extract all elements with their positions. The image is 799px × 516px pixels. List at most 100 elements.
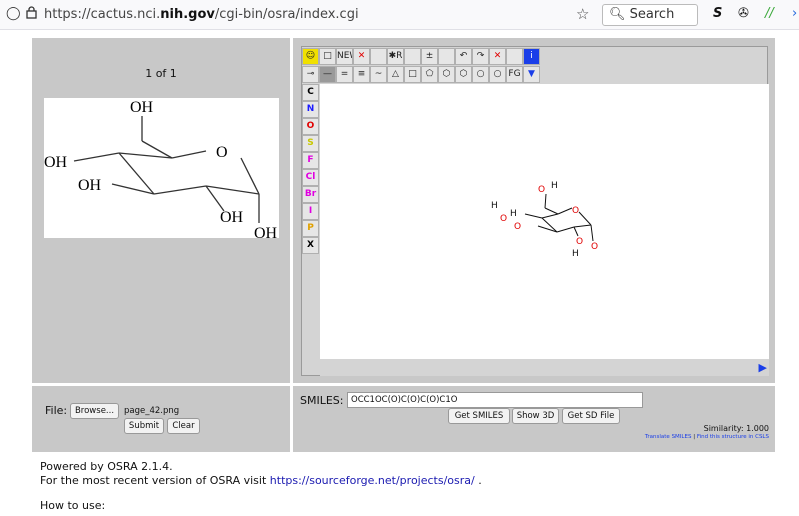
- editor-tool-top-11[interactable]: ✕: [489, 48, 506, 65]
- editor-tool-bond-7[interactable]: ⬠: [421, 66, 438, 83]
- molecule-image: OH OH O OH OH OH: [44, 98, 279, 242]
- recent-suffix: .: [474, 474, 482, 487]
- editor-tool-bond-13[interactable]: ▼: [523, 66, 540, 83]
- editor-scrollbar[interactable]: ▶: [320, 359, 769, 376]
- browser-toolbar: ◯ https://cactus.nci.nih.gov/cgi-bin/osr…: [0, 0, 799, 30]
- search-icon: 🔍︎: [609, 7, 626, 22]
- page-indicator: 1 of 1: [145, 67, 177, 80]
- atom-button-n[interactable]: N: [302, 101, 319, 118]
- editor-tool-bond-0[interactable]: ⊸: [302, 66, 319, 83]
- url-prefix: https://cactus.nci.: [44, 7, 161, 22]
- editor-tool-bond-4[interactable]: ~: [370, 66, 387, 83]
- bookmark-star-icon[interactable]: ☆: [576, 5, 589, 23]
- recent-version-text: For the most recent version of OSRA visi…: [40, 474, 482, 487]
- image-panel: 1 of 1 OH OH O OH OH OH: [32, 38, 290, 383]
- canvas-atom-h4: H: [572, 249, 579, 259]
- translate-smiles-link[interactable]: Translate SMILES: [645, 434, 692, 440]
- smiles-input[interactable]: OCC1OC(O)C(O)C(O)C1O: [347, 392, 643, 408]
- canvas-atom-o3: O: [572, 206, 579, 216]
- editor-tool-bond-2[interactable]: =: [336, 66, 353, 83]
- extension-s-icon[interactable]: S: [713, 6, 722, 21]
- editor-tool-top-9[interactable]: ↶: [455, 48, 472, 65]
- canvas-atom-o4: O: [514, 222, 521, 232]
- label-oh-mid: OH: [78, 177, 102, 194]
- search-placeholder: Search: [629, 7, 675, 22]
- atom-button-s[interactable]: S: [302, 135, 319, 152]
- browse-button[interactable]: Browse...: [70, 403, 119, 419]
- atom-button-f[interactable]: F: [302, 152, 319, 169]
- editor-tool-top-2[interactable]: NEW: [336, 48, 353, 65]
- editor-tool-top-10[interactable]: ↷: [472, 48, 489, 65]
- editor-tool-bond-8[interactable]: ⬡: [438, 66, 455, 83]
- lock-icon[interactable]: [26, 6, 37, 23]
- editor-tool-top-7[interactable]: ±: [421, 48, 438, 65]
- url-domain: nih.gov: [160, 7, 215, 22]
- similarity-score: Similarity: 1.000: [703, 424, 769, 433]
- powered-by-text: Powered by OSRA 2.1.4.: [40, 460, 173, 473]
- editor-tool-bond-1[interactable]: —: [319, 66, 336, 83]
- shield-icon[interactable]: ◯: [6, 6, 21, 21]
- label-oh-bottom-b: OH: [254, 225, 278, 238]
- canvas-atom-h1: H: [551, 181, 558, 191]
- editor-tool-top-3[interactable]: ✕: [353, 48, 370, 65]
- editor-tool-top-5[interactable]: ✱R: [387, 48, 404, 65]
- file-name: page_42.png: [124, 406, 180, 416]
- smiles-panel: SMILES: OCC1OC(O)C(O)C(O)C1O Get SMILES …: [293, 386, 775, 452]
- editor-canvas[interactable]: O H H O H O O O O H: [320, 84, 769, 359]
- editor-atom-palette: C N O S F Cl Br I P X: [302, 84, 319, 254]
- file-label: File:: [45, 404, 68, 417]
- smiles-label: SMILES:: [300, 394, 344, 407]
- editor-tool-top-4[interactable]: [370, 48, 387, 65]
- editor-tool-bond-12[interactable]: FG: [506, 66, 523, 83]
- label-oh-top: OH: [130, 99, 154, 116]
- sourceforge-link[interactable]: https://sourceforge.net/projects/osra/: [270, 474, 475, 487]
- editor-tool-bond-9[interactable]: ⬡: [455, 66, 472, 83]
- atom-button-i[interactable]: I: [302, 203, 319, 220]
- editor-toolbar-bonds: ⊸ — = ≡ ~ △ □ ⬠ ⬡ ⬡ ○ ○ FG ▼: [302, 66, 540, 83]
- extension-puzzle-icon[interactable]: ✇: [738, 6, 749, 21]
- get-sd-file-button[interactable]: Get SD File: [562, 408, 620, 424]
- editor-tool-top-6[interactable]: [404, 48, 421, 65]
- smiles-links: Translate SMILES | Find this structure i…: [645, 434, 769, 440]
- play-arrow-icon[interactable]: ▶: [759, 361, 767, 374]
- editor-tool-top-13[interactable]: i: [523, 48, 540, 65]
- canvas-atom-h2: H: [491, 201, 498, 211]
- molecule-editor: ☺□NEW✕✱R±↶↷✕i ⊸—=≡~△□⬠⬡⬡○○FG▼ CNOSFClBrI…: [301, 46, 769, 376]
- find-in-csls-link[interactable]: Find this structure in CSLS: [697, 434, 769, 440]
- editor-tool-top-1[interactable]: □: [319, 48, 336, 65]
- canvas-atom-o1: O: [538, 185, 545, 195]
- search-box[interactable]: 🔍︎ Search: [602, 4, 698, 26]
- show-3d-button[interactable]: Show 3D: [512, 408, 559, 424]
- how-to-use-heading: How to use:: [40, 499, 106, 512]
- editor-tool-bond-11[interactable]: ○: [489, 66, 506, 83]
- submit-button[interactable]: Submit: [124, 418, 164, 434]
- editor-tool-top-8[interactable]: [438, 48, 455, 65]
- editor-tool-bond-10[interactable]: ○: [472, 66, 489, 83]
- editor-tool-bond-6[interactable]: □: [404, 66, 421, 83]
- extension-slash-icon[interactable]: //: [765, 6, 774, 21]
- atom-button-cl[interactable]: Cl: [302, 169, 319, 186]
- editor-tool-bond-3[interactable]: ≡: [353, 66, 370, 83]
- recent-prefix: For the most recent version of OSRA visi…: [40, 474, 270, 487]
- label-oh-bottom-a: OH: [220, 209, 244, 226]
- editor-tool-bond-5[interactable]: △: [387, 66, 404, 83]
- url-path: /cgi-bin/osra/index.cgi: [214, 7, 359, 22]
- editor-tool-top-0[interactable]: ☺: [302, 48, 319, 65]
- atom-button-o[interactable]: O: [302, 118, 319, 135]
- atom-button-p[interactable]: P: [302, 220, 319, 237]
- get-smiles-button[interactable]: Get SMILES: [448, 408, 510, 424]
- canvas-atom-o6: O: [591, 242, 598, 252]
- label-o-ring: O: [216, 144, 228, 161]
- atom-button-br[interactable]: Br: [302, 186, 319, 203]
- extension-overflow-icon[interactable]: ›: [792, 6, 797, 21]
- editor-panel: ☺□NEW✕✱R±↶↷✕i ⊸—=≡~△□⬠⬡⬡○○FG▼ CNOSFClBrI…: [293, 38, 775, 383]
- atom-button-c[interactable]: C: [302, 84, 319, 101]
- address-bar[interactable]: https://cactus.nci.nih.gov/cgi-bin/osra/…: [44, 7, 359, 22]
- canvas-atom-o2: O: [500, 214, 507, 224]
- atom-button-x[interactable]: X: [302, 237, 319, 254]
- editor-tool-top-12[interactable]: [506, 48, 523, 65]
- editor-toolbar-top: ☺□NEW✕✱R±↶↷✕i: [302, 48, 540, 65]
- label-oh-left: OH: [44, 154, 68, 171]
- clear-button[interactable]: Clear: [167, 418, 200, 434]
- file-panel: File: Browse... page_42.png Submit Clear: [32, 386, 290, 452]
